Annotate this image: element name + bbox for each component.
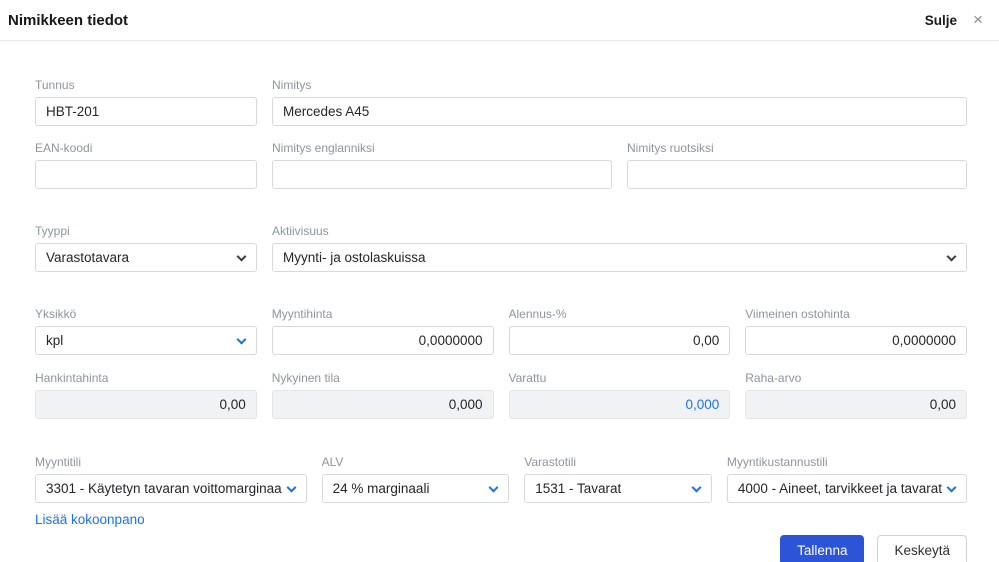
item-details-dialog: Nimikkeen tiedot Sulje × Tunnus Nimitys … [0,0,999,562]
field-nykyinen-tila: Nykyinen tila [271,371,494,419]
alennus-input[interactable] [508,326,731,355]
field-varattu: Varattu [508,371,731,419]
field-myyntitili: Myyntitili 3301 - Käytetyn tavaran voitt… [35,455,307,503]
alv-select-value: 24 % marginaali [332,481,430,496]
save-button[interactable]: Tallenna [780,535,865,562]
myyntikustannustili-label: Myyntikustannustili [726,455,828,469]
varastotili-select-value: 1531 - Tavarat [535,481,622,496]
field-alv: ALV 24 % marginaali [321,455,510,503]
myyntitili-select-value: 3301 - Käytetyn tavaran voittomarginaa [46,481,282,496]
myyntikustannustili-select-value: 4000 - Aineet, tarvikkeet ja tavarat [737,481,942,496]
field-yksikko: Yksikkö kpl [35,307,257,355]
raha-arvo-input [745,390,967,419]
tunnus-input[interactable] [35,97,257,126]
dialog-footer: Tallenna Keskeytä [35,535,967,562]
field-varastotili: Varastotili 1531 - Tavarat [524,455,712,503]
nimitys-en-label: Nimitys englanniksi [272,141,375,155]
chevron-down-icon [691,482,702,493]
aktiivisuus-select[interactable]: Myynti- ja ostolaskuissa [272,243,967,272]
alennus-label: Alennus-% [508,307,567,321]
nimitys-sv-input[interactable] [627,160,967,189]
field-aktiivisuus: Aktiivisuus Myynti- ja ostolaskuissa [272,224,967,272]
chevron-down-icon [286,482,297,493]
alv-select[interactable]: 24 % marginaali [321,474,510,503]
hankintahinta-label: Hankintahinta [35,371,109,385]
tyyppi-select-value: Varastotavara [46,250,130,265]
field-ean: EAN-koodi [35,141,257,189]
tunnus-label: Tunnus [35,78,75,92]
field-nimitys-sv: Nimitys ruotsiksi [627,141,967,189]
close-button-label[interactable]: Sulje [925,13,957,28]
alv-label: ALV [321,455,344,469]
field-myyntihinta: Myyntihinta [271,307,494,355]
field-hankintahinta: Hankintahinta [35,371,257,419]
varattu-label: Varattu [508,371,547,385]
form-row-6: Myyntitili 3301 - Käytetyn tavaran voitt… [35,455,967,503]
field-tyyppi: Tyyppi Varastotavara [35,224,257,272]
varattu-input [508,390,731,419]
raha-arvo-label: Raha-arvo [745,371,802,385]
form-row-5: Hankintahinta Nykyinen tila Varattu Raha… [35,371,967,419]
aktiivisuus-select-value: Myynti- ja ostolaskuissa [283,250,426,265]
nimitys-label: Nimitys [272,78,312,92]
myyntihinta-input[interactable] [271,326,494,355]
field-nimitys: Nimitys [272,78,967,126]
myyntitili-select[interactable]: 3301 - Käytetyn tavaran voittomarginaa [35,474,307,503]
varastotili-label: Varastotili [524,455,577,469]
cancel-button[interactable]: Keskeytä [877,535,967,562]
page-title: Nimikkeen tiedot [8,11,129,29]
field-myyntikustannustili: Myyntikustannustili 4000 - Aineet, tarvi… [726,455,967,503]
viimeinen-ostohinta-label: Viimeinen ostohinta [745,307,850,321]
myyntihinta-label: Myyntihinta [271,307,333,321]
field-nimitys-en: Nimitys englanniksi [272,141,612,189]
add-assembly-link[interactable]: Lisää kokoonpano [35,512,145,527]
viimeinen-ostohinta-input[interactable] [745,326,967,355]
form-row-2: EAN-koodi Nimitys englanniksi Nimitys ru… [35,141,967,189]
hankintahinta-input [35,390,257,419]
nykyinen-tila-input [271,390,494,419]
yksikko-select[interactable]: kpl [35,326,257,355]
close-icon[interactable]: × [967,9,989,31]
field-viimeinen-ostohinta: Viimeinen ostohinta [745,307,967,355]
nimitys-input[interactable] [272,97,967,126]
form-row-1: Tunnus Nimitys [35,78,967,126]
dialog-header: Nimikkeen tiedot Sulje × [0,0,999,41]
varastotili-select[interactable]: 1531 - Tavarat [524,474,712,503]
item-form: Tunnus Nimitys EAN-koodi Nimitys englann… [0,78,999,562]
field-alennus: Alennus-% [508,307,731,355]
yksikko-select-value: kpl [46,333,64,348]
nimitys-en-input[interactable] [272,160,612,189]
myyntitili-label: Myyntitili [35,455,82,469]
chevron-down-icon [946,482,957,493]
chevron-down-icon [236,334,247,345]
chevron-down-icon [946,251,957,262]
form-row-4: Yksikkö kpl Myyntihinta Alennus-% Viimei… [35,307,967,355]
yksikko-label: Yksikkö [35,307,77,321]
field-tunnus: Tunnus [35,78,257,126]
form-row-3: Tyyppi Varastotavara Aktiivisuus Myynti-… [35,224,967,272]
chevron-down-icon [488,482,499,493]
nykyinen-tila-label: Nykyinen tila [271,371,340,385]
field-raha-arvo: Raha-arvo [745,371,967,419]
tyyppi-label: Tyyppi [35,224,70,238]
nimitys-sv-label: Nimitys ruotsiksi [627,141,714,155]
ean-label: EAN-koodi [35,141,93,155]
chevron-down-icon [236,251,247,262]
myyntikustannustili-select[interactable]: 4000 - Aineet, tarvikkeet ja tavarat [726,474,967,503]
aktiivisuus-label: Aktiivisuus [272,224,329,238]
tyyppi-select[interactable]: Varastotavara [35,243,257,272]
ean-input[interactable] [35,160,257,189]
